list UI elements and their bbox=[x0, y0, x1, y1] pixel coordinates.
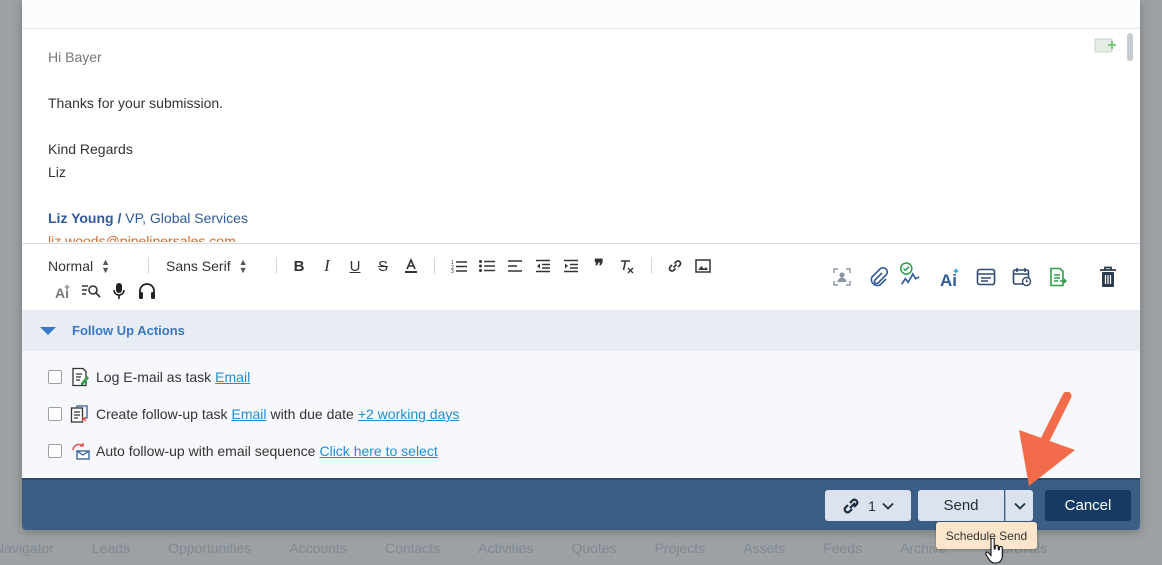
attachment-icon[interactable] bbox=[866, 265, 890, 289]
email-compose-dialog: Hi Bayer Thanks for your submission. Kin… bbox=[22, 0, 1140, 530]
signature-check-icon[interactable] bbox=[898, 260, 922, 290]
follow-up-section-header[interactable]: Follow Up Actions bbox=[22, 310, 1140, 351]
annotation-arrow-icon bbox=[1015, 391, 1085, 488]
signature-separator: / bbox=[113, 210, 126, 226]
email-closing: Kind Regards bbox=[48, 141, 133, 157]
schedule-meeting-icon[interactable] bbox=[1010, 265, 1034, 289]
headphones-icon[interactable] bbox=[137, 281, 157, 301]
follow-up-row-auto-sequence: Auto follow-up with email sequence Click… bbox=[48, 441, 438, 461]
follow-up-row-create-task: Create follow-up task Email with due dat… bbox=[48, 404, 459, 424]
toolbar-divider bbox=[148, 258, 149, 274]
due-date-link[interactable]: +2 working days bbox=[358, 406, 460, 422]
trash-icon[interactable] bbox=[1096, 265, 1120, 289]
toolbar-divider bbox=[434, 258, 435, 274]
toolbar-divider bbox=[651, 258, 652, 274]
template-icon[interactable] bbox=[974, 265, 998, 289]
nav-item: Navigator bbox=[0, 539, 54, 556]
empty-line bbox=[48, 184, 1108, 207]
log-email-label: Log E-mail as task bbox=[96, 369, 212, 385]
follow-up-actions: Log E-mail as task Email Create follow-u… bbox=[22, 351, 1140, 478]
empty-line bbox=[48, 115, 1108, 138]
follow-up-title: Follow Up Actions bbox=[72, 323, 185, 338]
paragraph-format-value: Normal bbox=[48, 258, 94, 274]
nav-item: Leads bbox=[91, 539, 131, 556]
bold-icon[interactable]: B bbox=[289, 256, 309, 276]
send-options-dropdown[interactable] bbox=[1005, 490, 1033, 521]
font-family-value: Sans Serif bbox=[166, 258, 231, 274]
send-button[interactable]: Send bbox=[918, 490, 1004, 521]
signature-name: Liz Young bbox=[48, 210, 114, 226]
nav-item: Feeds bbox=[823, 539, 863, 556]
log-email-link[interactable]: Email bbox=[215, 369, 250, 385]
nav-item: Accounts bbox=[289, 539, 347, 556]
collapse-caret-icon[interactable] bbox=[40, 327, 56, 335]
dialog-header-strip bbox=[22, 0, 1140, 29]
auto-follow-up-label: Auto follow-up with email sequence bbox=[96, 443, 316, 459]
font-family-select[interactable]: Sans Serif ▲ ▼ bbox=[166, 256, 248, 276]
editor-scrollbar[interactable] bbox=[1127, 33, 1133, 61]
blockquote-icon[interactable]: ❞ bbox=[589, 256, 609, 276]
nav-item: Opportunities bbox=[168, 539, 252, 556]
create-task-label: Create follow-up task bbox=[96, 406, 228, 422]
align-left-icon[interactable] bbox=[505, 256, 525, 276]
email-sequence-icon bbox=[70, 441, 90, 461]
follow-up-row-log-email: Log E-mail as task Email bbox=[48, 367, 250, 387]
link-icon[interactable] bbox=[665, 256, 685, 276]
document-export-icon[interactable] bbox=[1046, 265, 1070, 289]
linked-items-button[interactable]: 1 bbox=[825, 490, 911, 521]
contact-card-icon[interactable] bbox=[830, 265, 854, 289]
indent-icon[interactable] bbox=[561, 256, 581, 276]
signature-email: liz.woods@pipelinersales.com bbox=[48, 233, 236, 242]
underline-icon[interactable]: U bbox=[345, 256, 365, 276]
nav-item: Contacts bbox=[384, 539, 441, 556]
nav-item: Quotes bbox=[571, 539, 617, 556]
image-icon[interactable] bbox=[693, 256, 713, 276]
auto-follow-up-checkbox[interactable] bbox=[48, 444, 62, 458]
hand-cursor-icon bbox=[985, 537, 1005, 564]
chevron-down-icon bbox=[882, 502, 894, 510]
due-date-label: with due date bbox=[270, 406, 354, 422]
text-color-icon[interactable] bbox=[401, 256, 421, 276]
nav-item: Assets bbox=[743, 539, 786, 556]
email-sender-name: Liz bbox=[48, 164, 66, 180]
link-chain-icon bbox=[843, 498, 859, 513]
cancel-button[interactable]: Cancel bbox=[1045, 490, 1131, 521]
editor-toolbar: Normal ▲ ▼ Sans Serif ▲ ▼ B I U S 123 ❞ … bbox=[22, 243, 1140, 310]
select-sequence-link[interactable]: Click here to select bbox=[319, 443, 437, 459]
log-email-checkbox[interactable] bbox=[48, 370, 62, 384]
ai-writer-icon[interactable]: Ai bbox=[938, 265, 962, 289]
nav-item: Activities bbox=[478, 539, 534, 556]
svg-text:3: 3 bbox=[451, 269, 454, 273]
clear-format-icon[interactable] bbox=[617, 256, 637, 276]
ordered-list-icon[interactable]: 123 bbox=[449, 256, 469, 276]
chevron-down-icon bbox=[1013, 502, 1026, 510]
signature-title: VP, Global Services bbox=[125, 210, 248, 226]
empty-line bbox=[48, 69, 1108, 92]
toolbar-divider bbox=[276, 258, 277, 274]
text-search-icon[interactable] bbox=[81, 281, 101, 301]
select-arrows-icon: ▲ ▼ bbox=[238, 257, 248, 275]
log-task-icon bbox=[70, 367, 90, 387]
paragraph-format-select[interactable]: Normal ▲ ▼ bbox=[48, 256, 110, 276]
italic-icon[interactable]: I bbox=[317, 256, 337, 276]
select-arrows-icon: ▲ ▼ bbox=[101, 257, 111, 275]
email-editor[interactable]: Hi Bayer Thanks for your submission. Kin… bbox=[48, 46, 1108, 242]
email-greeting: Hi Bayer bbox=[48, 49, 102, 65]
nav-item: Projects bbox=[654, 539, 706, 556]
svg-text:Ai: Ai bbox=[940, 271, 957, 288]
follow-up-task-icon bbox=[70, 404, 90, 424]
email-body-text: Thanks for your submission. bbox=[48, 95, 224, 111]
create-task-checkbox[interactable] bbox=[48, 407, 62, 421]
add-image-icon[interactable] bbox=[1094, 37, 1118, 55]
strikethrough-icon[interactable]: S bbox=[373, 256, 393, 276]
outdent-icon[interactable] bbox=[533, 256, 553, 276]
bullet-list-icon[interactable] bbox=[477, 256, 497, 276]
ai-assist-icon[interactable]: Ai bbox=[53, 281, 73, 301]
microphone-icon[interactable] bbox=[109, 281, 129, 301]
signature-line: Liz Young / VP, Global Services bbox=[48, 207, 1108, 230]
linked-items-count: 1 bbox=[868, 497, 876, 514]
create-task-email-link[interactable]: Email bbox=[232, 406, 267, 422]
